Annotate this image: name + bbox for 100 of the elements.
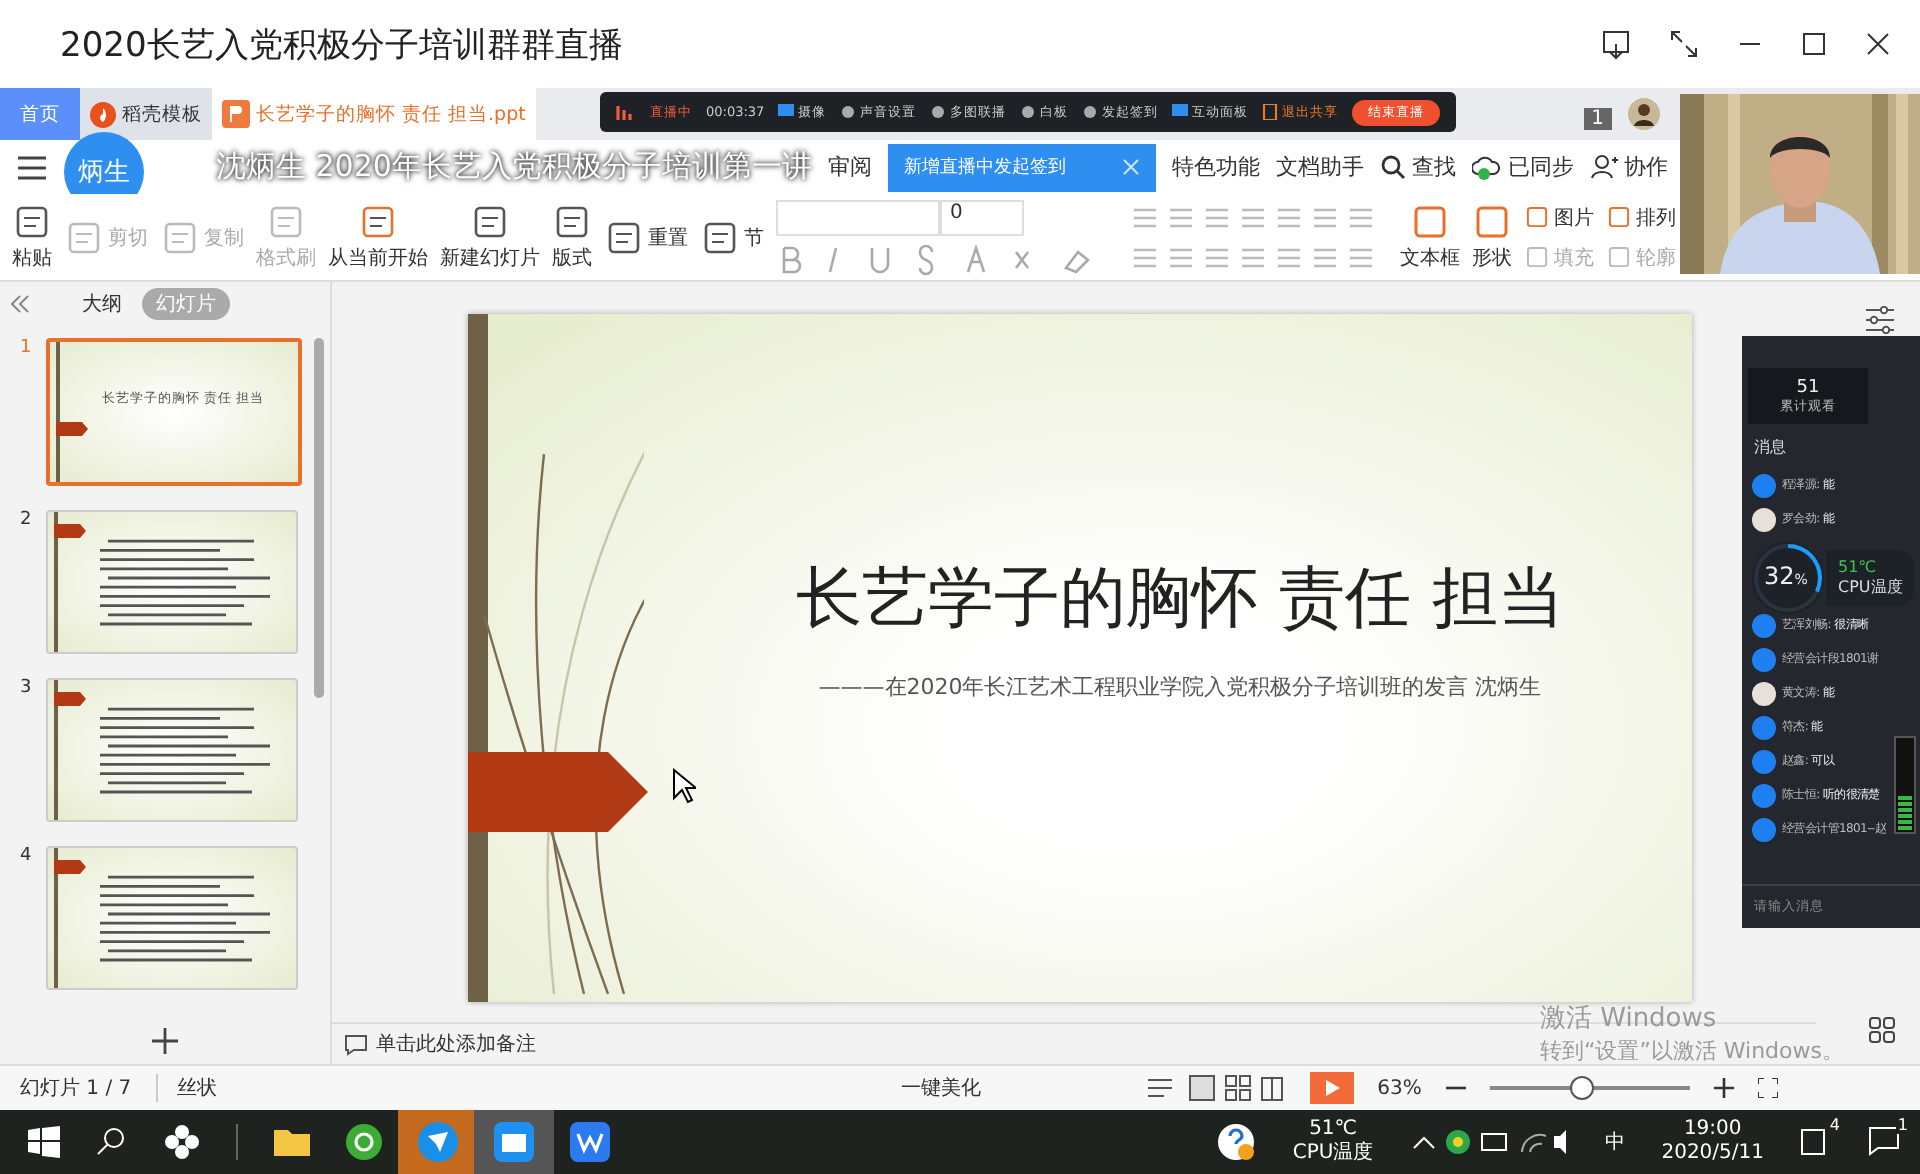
- play-icon: [1321, 1078, 1342, 1098]
- taskbar-app[interactable]: [398, 1110, 478, 1174]
- zoom-in-icon[interactable]: [1713, 1078, 1734, 1098]
- toolbar-button[interactable]: 查找: [1379, 152, 1456, 182]
- comment-icon: [344, 1033, 368, 1055]
- notification-icon[interactable]: [1868, 1123, 1900, 1155]
- fan-icon[interactable]: [164, 1124, 200, 1160]
- volume-meter: [1894, 736, 1916, 834]
- settings-sliders-icon[interactable]: [1864, 306, 1896, 334]
- banner-drawing: [54, 512, 90, 652]
- ribbon-button[interactable]: 重置: [604, 217, 688, 257]
- maximize-icon[interactable]: [1800, 30, 1828, 58]
- notes-placeholder[interactable]: 单击此处添加备注: [376, 1030, 536, 1058]
- ribbon-tab[interactable]: 审阅: [827, 152, 872, 182]
- document-icon: [12, 202, 52, 242]
- toolbar-button[interactable]: 已同步: [1471, 152, 1574, 182]
- dot-icon: [930, 104, 947, 120]
- clock-date[interactable]: 2020/5/11: [1661, 1142, 1764, 1166]
- ribbon-button[interactable]: 版式: [552, 202, 592, 272]
- count-badge: 1: [1895, 1115, 1910, 1133]
- zoom-level[interactable]: 63%: [1377, 1077, 1422, 1099]
- view-mode-icons-drawing[interactable]: [1145, 1074, 1286, 1102]
- zoom-slider[interactable]: [1489, 1076, 1690, 1100]
- ribbon-button[interactable]: 粘贴: [12, 202, 52, 272]
- add-slide-icon[interactable]: [152, 1027, 178, 1053]
- tray-icons-drawing[interactable]: [1409, 1128, 1570, 1156]
- banner-drawing: [54, 680, 90, 820]
- document-tab[interactable]: 稻壳模板: [80, 88, 212, 140]
- slide-number: 2: [20, 510, 34, 534]
- messages-heading: 消息: [1754, 436, 1788, 458]
- ribbon-button[interactable]: 节: [700, 217, 764, 257]
- collapse-icon[interactable]: [10, 294, 30, 314]
- slide-thumbnail[interactable]: [46, 846, 298, 990]
- start-icon[interactable]: [28, 1126, 60, 1158]
- add-person-icon: [1589, 154, 1618, 180]
- user-avatar-icon: [1752, 647, 1776, 671]
- grid-icon[interactable]: [1868, 1016, 1896, 1044]
- play-button[interactable]: [1309, 1072, 1354, 1104]
- help-icon[interactable]: [1216, 1122, 1257, 1162]
- square-icon: [1172, 104, 1189, 120]
- ribbon-button[interactable]: 从当前开始: [328, 202, 428, 272]
- menu-icon[interactable]: [16, 153, 48, 181]
- slides-icon: [222, 100, 250, 128]
- ribbon-button[interactable]: 新建幻灯片: [440, 202, 540, 272]
- scrollbar[interactable]: [314, 338, 324, 698]
- cursor-icon: [672, 768, 696, 804]
- document-icon: [160, 217, 200, 257]
- pin-icon[interactable]: [1600, 28, 1632, 60]
- font-size-field[interactable]: 0: [940, 199, 1024, 235]
- document-icon: [266, 202, 306, 242]
- close-icon[interactable]: [1864, 30, 1892, 58]
- wps-icon[interactable]: [570, 1122, 610, 1162]
- view-tab[interactable]: 大纲: [82, 290, 122, 318]
- frame-icon: [1524, 244, 1550, 270]
- beautify-button[interactable]: 一键美化: [901, 1074, 982, 1102]
- tooltip-text: 新增直播中发起签到: [903, 155, 1066, 180]
- frame-icon: [1472, 202, 1512, 242]
- frame-icon: [1606, 244, 1632, 270]
- slide-title: 长艺学子的胸怀 责任 担当: [796, 556, 1564, 640]
- input-method[interactable]: 中: [1605, 1128, 1626, 1156]
- user-avatar-icon: [1752, 715, 1776, 739]
- ribbon-button[interactable]: 形状: [1472, 202, 1512, 272]
- paper-plane-icon: [418, 1122, 458, 1162]
- ribbon-tab[interactable]: 文档助手: [1275, 152, 1364, 182]
- user-avatar-icon: [1752, 681, 1776, 705]
- user-avatar-icon: [1752, 749, 1776, 773]
- user-avatar-icon[interactable]: [1628, 98, 1660, 130]
- slide-thumbnail[interactable]: [46, 678, 298, 822]
- taskbar-app[interactable]: [474, 1110, 554, 1174]
- cpu-temperature: 51℃: [1838, 558, 1879, 576]
- folder-icon[interactable]: [274, 1126, 310, 1158]
- font-name-field[interactable]: [776, 199, 940, 235]
- clock-time[interactable]: 19:00: [1683, 1118, 1742, 1142]
- live-signal-icon: [616, 102, 636, 122]
- stream-title: 沈炳生 2020年长艺入党积极分子培训第一讲: [216, 148, 812, 186]
- toolbar-button[interactable]: 协作: [1589, 152, 1668, 182]
- slide-thumbnail[interactable]: [46, 510, 298, 654]
- activation-notice-title: 激活 Windows: [1540, 1002, 1719, 1036]
- dot-icon: [1020, 104, 1037, 120]
- dot-icon: [840, 104, 857, 120]
- slide-number: 3: [20, 678, 34, 702]
- window-title: 2020长艺入党积极分子培训群群直播: [60, 23, 623, 67]
- refresh-icon[interactable]: [346, 1124, 382, 1160]
- search-icon[interactable]: [96, 1126, 128, 1158]
- ribbon-button[interactable]: 文本框: [1400, 202, 1460, 272]
- frame-icon: [1410, 202, 1450, 242]
- fit-screen-icon[interactable]: [1757, 1078, 1778, 1098]
- user-avatar-icon: [1752, 473, 1776, 497]
- frame-icon: [1606, 204, 1632, 230]
- slide-number: 4: [20, 846, 34, 870]
- cpu-label: CPU温度: [1838, 576, 1903, 598]
- page-count-badge: 1: [1583, 108, 1612, 130]
- activation-notice-text: 转到“设置”以激活 Windows。: [1540, 1036, 1844, 1066]
- ribbon-button[interactable]: 图片: [1524, 203, 1594, 231]
- document-icon: [700, 217, 740, 257]
- ribbon-button[interactable]: 排列: [1606, 203, 1676, 231]
- user-avatar-icon: [1752, 507, 1776, 531]
- ribbon-tab[interactable]: 特色功能: [1171, 152, 1260, 182]
- expand-icon[interactable]: [1668, 28, 1700, 60]
- user-avatar-icon: [1752, 817, 1776, 841]
